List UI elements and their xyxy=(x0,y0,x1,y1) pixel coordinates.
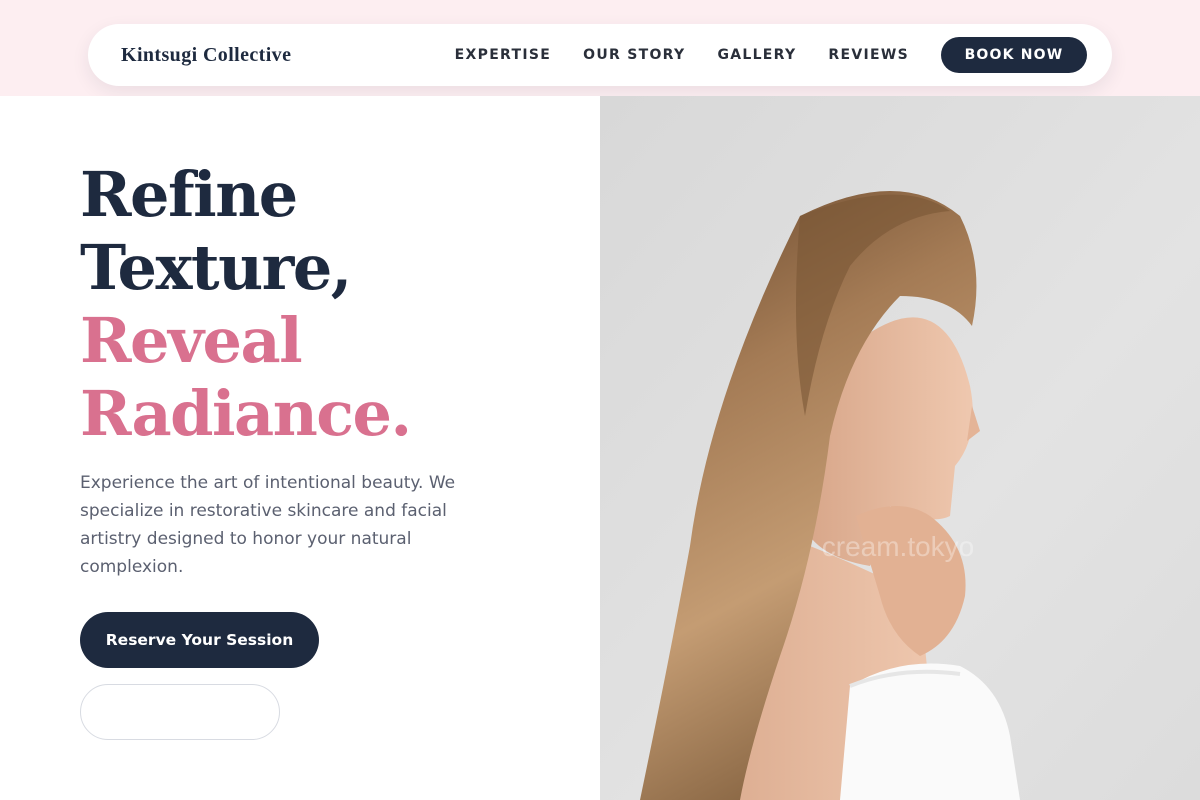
headline-line-1: Refine xyxy=(80,158,298,231)
secondary-cta-button[interactable] xyxy=(80,684,280,740)
hero-photo: cream.tokyo xyxy=(600,96,1200,800)
nav-links: EXPERTISE OUR STORY GALLERY REVIEWS xyxy=(455,47,909,63)
headline-line-3: Reveal xyxy=(80,304,303,377)
book-now-button[interactable]: BOOK NOW xyxy=(941,37,1087,73)
top-nav: Kintsugi Collective EXPERTISE OUR STORY … xyxy=(88,24,1112,86)
woman-profile-illustration: cream.tokyo xyxy=(600,96,1200,800)
nav-link-gallery[interactable]: GALLERY xyxy=(717,47,796,63)
photo-watermark: cream.tokyo xyxy=(822,531,975,562)
hero-description: Experience the art of intentional beauty… xyxy=(80,473,456,577)
reserve-session-button[interactable]: Reserve Your Session xyxy=(80,612,319,668)
nav-link-reviews[interactable]: REVIEWS xyxy=(828,47,909,63)
hero-headline: Refine Texture, Reveal Radiance. xyxy=(80,158,412,450)
headline-line-2: Texture, xyxy=(80,231,352,304)
nav-link-expertise[interactable]: EXPERTISE xyxy=(455,47,551,63)
nav-link-our-story[interactable]: OUR STORY xyxy=(583,47,685,63)
headline-line-4: Radiance. xyxy=(80,377,412,450)
brand-logo[interactable]: Kintsugi Collective xyxy=(121,44,291,67)
